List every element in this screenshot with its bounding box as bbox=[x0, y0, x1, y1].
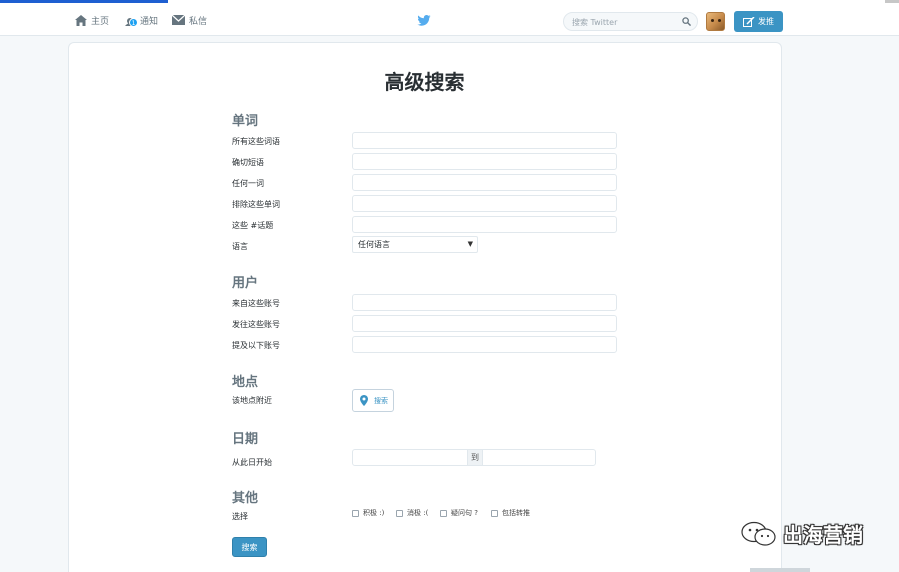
tweet-button-label: 发推 bbox=[758, 17, 774, 26]
option-negative[interactable]: 消极 :( bbox=[396, 508, 428, 518]
section-heading-users: 用户 bbox=[232, 276, 259, 291]
option-retweets[interactable]: 包括转推 bbox=[491, 508, 530, 518]
positive-checkbox[interactable] bbox=[352, 509, 359, 517]
nav-messages-label: 私信 bbox=[189, 16, 208, 27]
search-submit-button[interactable]: 搜索 bbox=[232, 537, 267, 557]
watermark-text: 出海营销 bbox=[783, 523, 863, 547]
watermark: 出海营销 bbox=[741, 519, 863, 548]
question-checkbox[interactable] bbox=[440, 509, 447, 517]
section-heading-other: 其他 bbox=[232, 491, 259, 506]
option-positive[interactable]: 积极 :) bbox=[352, 508, 384, 518]
option-negative-label: 消极 :( bbox=[407, 509, 429, 517]
tweet-button[interactable]: 发推 bbox=[734, 11, 783, 32]
all-words-label: 所有这些词语 bbox=[232, 137, 280, 146]
mention-accounts-label: 提及以下账号 bbox=[232, 341, 280, 350]
language-select[interactable]: 任何语言 ▼ bbox=[352, 236, 478, 253]
any-words-input[interactable] bbox=[352, 174, 617, 191]
avatar[interactable] bbox=[706, 12, 725, 31]
language-label: 语言 bbox=[232, 242, 248, 251]
progress-segment bbox=[0, 0, 168, 3]
nav-notifications-label: 通知 bbox=[140, 16, 159, 27]
section-heading-places: 地点 bbox=[232, 375, 259, 390]
option-positive-label: 积极 :) bbox=[363, 509, 385, 517]
option-question[interactable]: 疑问句 ? bbox=[440, 508, 478, 518]
language-select-value: 任何语言 bbox=[358, 240, 390, 249]
avatar-eye bbox=[711, 19, 714, 22]
exact-phrase-input[interactable] bbox=[352, 153, 617, 170]
to-accounts-input[interactable] bbox=[352, 315, 617, 332]
location-button[interactable]: 搜索 bbox=[352, 389, 394, 412]
section-heading-words: 单词 bbox=[232, 114, 259, 129]
all-words-input[interactable] bbox=[352, 132, 617, 149]
home-icon bbox=[75, 14, 87, 26]
option-question-label: 疑问句 ? bbox=[451, 509, 478, 517]
top-navigation-bar: 主页 1 通知 私信 发推 bbox=[0, 4, 899, 36]
nav-notifications[interactable]: 1 通知 bbox=[124, 4, 158, 36]
date-to-separator: 到 bbox=[467, 449, 483, 466]
retweets-checkbox[interactable] bbox=[491, 509, 498, 517]
map-pin-icon bbox=[360, 395, 368, 406]
exclude-words-label: 排除这些单词 bbox=[232, 200, 280, 209]
notifications-icon: 1 bbox=[124, 14, 138, 27]
hashtags-label: 这些 #话题 bbox=[232, 221, 274, 230]
option-retweets-label: 包括转推 bbox=[502, 509, 530, 517]
near-place-label: 该地点附近 bbox=[232, 396, 272, 405]
avatar-eye bbox=[718, 19, 721, 22]
date-from-label: 从此日开始 bbox=[232, 458, 272, 467]
section-heading-dates: 日期 bbox=[232, 432, 259, 447]
other-select-label: 选择 bbox=[232, 512, 248, 521]
search-input[interactable] bbox=[572, 15, 682, 29]
hashtags-input[interactable] bbox=[352, 216, 617, 233]
search-icon[interactable] bbox=[682, 17, 691, 26]
wechat-icon bbox=[741, 521, 776, 546]
nav-home[interactable]: 主页 bbox=[75, 4, 109, 36]
exact-phrase-label: 确切短语 bbox=[232, 158, 264, 167]
from-accounts-label: 来自这些账号 bbox=[232, 299, 280, 308]
from-accounts-input[interactable] bbox=[352, 294, 617, 311]
nav-messages[interactable]: 私信 bbox=[172, 4, 207, 36]
search-box[interactable] bbox=[563, 12, 698, 31]
notifications-badge: 1 bbox=[129, 18, 138, 27]
twitter-bird-icon[interactable] bbox=[417, 15, 431, 26]
nav-home-label: 主页 bbox=[91, 16, 110, 27]
progress-end bbox=[885, 0, 899, 3]
location-button-label: 搜索 bbox=[374, 396, 388, 405]
negative-checkbox[interactable] bbox=[396, 509, 403, 517]
exclude-words-input[interactable] bbox=[352, 195, 617, 212]
date-to-input[interactable] bbox=[482, 449, 596, 466]
compose-icon bbox=[743, 16, 755, 27]
mention-accounts-input[interactable] bbox=[352, 336, 617, 353]
page-title: 高级搜索 bbox=[384, 70, 465, 94]
caret-down-icon: ▼ bbox=[467, 240, 473, 248]
horizontal-scrollbar[interactable] bbox=[750, 568, 810, 572]
search-submit-label: 搜索 bbox=[241, 542, 258, 552]
to-accounts-label: 发往这些账号 bbox=[232, 320, 280, 329]
envelope-icon bbox=[172, 15, 185, 25]
any-words-label: 任何一词 bbox=[232, 179, 264, 188]
date-from-input[interactable] bbox=[352, 449, 468, 466]
